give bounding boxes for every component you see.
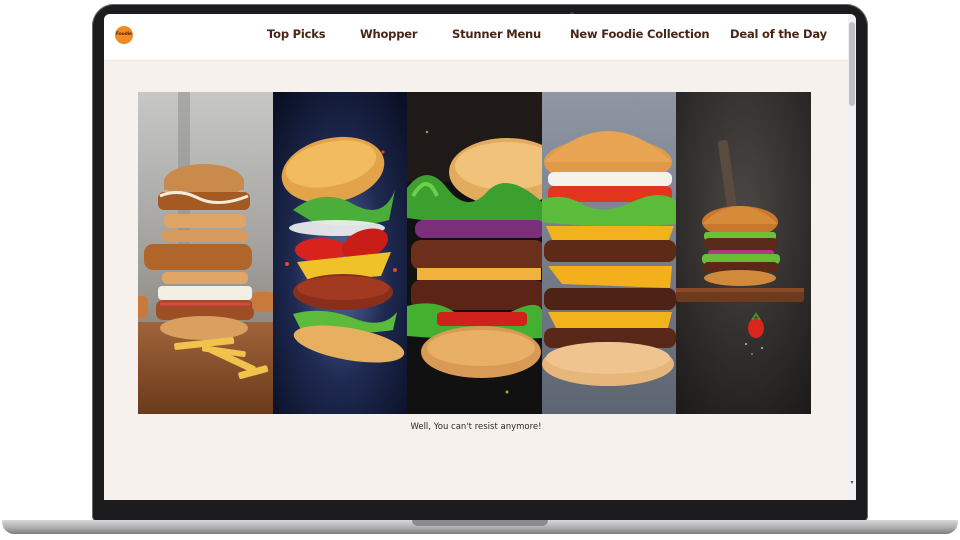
burger-image-4: [541, 92, 677, 414]
burger-image-5: [676, 92, 811, 414]
brand-logo[interactable]: Foodie: [115, 26, 133, 44]
lettuce-double-patty-burger-icon: [407, 92, 542, 414]
gallery-caption: Well, You can't resist anymore!: [410, 422, 542, 432]
nav-item-top-picks[interactable]: Top Picks: [267, 27, 326, 41]
brand-logo-text: Foodie: [116, 31, 132, 37]
nav-item-whopper[interactable]: Whopper: [360, 27, 418, 41]
navbar: Foodie Top Picks Whopper Stunner Menu Ne…: [104, 14, 848, 61]
cheese-triple-patty-burger-icon: [541, 92, 677, 414]
browser-viewport: Foodie Top Picks Whopper Stunner Menu Ne…: [104, 14, 856, 500]
burger-image-3: [407, 92, 542, 414]
nav-item-new-foodie-collection[interactable]: New Foodie Collection: [570, 27, 710, 41]
stacked-burger-with-fries-icon: [138, 92, 273, 414]
burger-image-2: [272, 92, 408, 414]
burger-image-1: [138, 92, 273, 414]
burger-gallery: [138, 92, 811, 414]
floating-burger-ingredients-icon: [272, 92, 408, 414]
skewered-burger-on-board-icon: [676, 92, 811, 414]
laptop-notch: [412, 520, 548, 526]
scrollbar[interactable]: ▾: [848, 14, 856, 500]
scroll-down-arrow-icon[interactable]: ▾: [849, 480, 855, 486]
nav-item-deal-of-the-day[interactable]: Deal of the Day: [730, 27, 827, 41]
nav-item-stunner-menu[interactable]: Stunner Menu: [452, 27, 541, 41]
scrollbar-thumb[interactable]: [849, 22, 855, 106]
